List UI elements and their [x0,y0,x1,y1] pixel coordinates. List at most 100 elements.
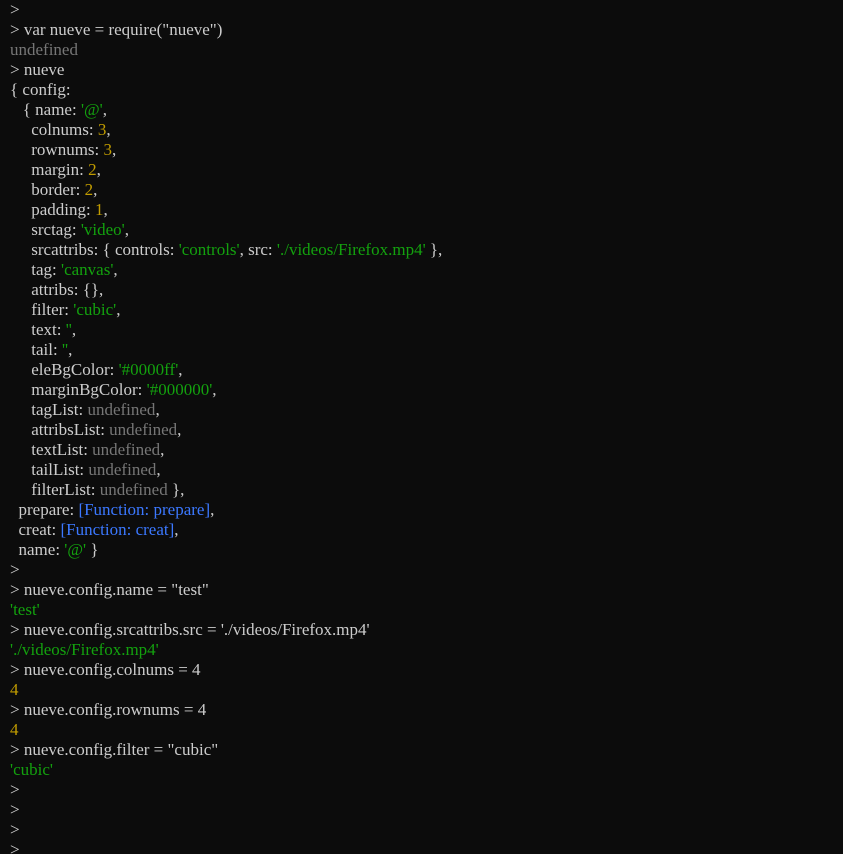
code-text: , [124,220,129,239]
terminal-line: > [0,560,843,580]
code-text: , [178,360,183,379]
code-text: marginBgColor: [10,380,147,399]
code-text: , [102,100,107,119]
string-value: '#000000' [146,380,213,399]
prompt-symbol: > [10,560,24,579]
prompt-symbol: > [10,0,24,19]
prompt-symbol: > [10,660,24,679]
number-value: 3 [103,140,113,159]
string-value: '@' [64,540,87,559]
code-text: , [174,520,179,539]
terminal-line: > nueve.config.srcattribs.src = './video… [0,620,843,640]
code-text: nueve.config.srcattribs.src = './videos/… [23,620,370,639]
prompt-symbol: > [10,580,24,599]
prompt-symbol: > [10,620,24,639]
code-text: , [68,340,73,359]
code-text: padding: [10,200,95,219]
number-value: 4 [10,680,19,699]
code-text: , [156,460,161,479]
code-text: }, [425,240,443,259]
prompt-symbol: > [10,820,24,839]
code-text: , [113,260,118,279]
code-text: srcattribs: { controls: [10,240,179,259]
prompt-symbol: > [10,800,24,819]
code-text: nueve.config.name = "test" [23,580,209,599]
terminal-line: 4 [0,720,843,740]
number-value: 2 [84,180,94,199]
function-value: [Function: prepare] [78,500,211,519]
code-text: }, [167,480,185,499]
code-text: srctag: [10,220,81,239]
code-text: , [177,420,182,439]
code-text: nueve [23,60,65,79]
terminal-line: name: '@' } [0,540,843,560]
terminal-line: undefined [0,40,843,60]
string-value: './videos/Firefox.mp4' [276,240,426,259]
string-value: './videos/Firefox.mp4' [10,640,159,659]
terminal-line: > [0,780,843,800]
code-text: margin: [10,160,89,179]
undefined-value: undefined [88,460,157,479]
terminal-line: > nueve.config.rownums = 4 [0,700,843,720]
code-text: , [96,160,101,179]
terminal-line: { config: [0,80,843,100]
terminal-window[interactable]: > > var nueve = require("nueve") undefine… [0,0,843,854]
code-text: filter: [10,300,74,319]
terminal-line: 'test' [0,600,843,620]
code-text: , [93,180,98,199]
prompt-symbol: > [10,780,24,799]
code-text: attribs: {}, [10,280,104,299]
number-value: 4 [10,720,19,739]
code-text: tag: [10,260,61,279]
terminal-line: creat: [Function: creat], [0,520,843,540]
string-value: 'controls' [178,240,240,259]
terminal-line: tailList: undefined, [0,460,843,480]
code-text: tail: [10,340,62,359]
code-text: nueve.config.rownums = 4 [23,700,207,719]
code-text: text: [10,320,66,339]
terminal-line: > [0,820,843,840]
string-value: 'test' [10,600,40,619]
string-value: 'video' [80,220,125,239]
terminal-line: './videos/Firefox.mp4' [0,640,843,660]
terminal-line: attribsList: undefined, [0,420,843,440]
code-text: , [71,320,77,339]
code-text: , [212,380,217,399]
code-text: name: [10,540,65,559]
undefined-value: undefined [87,400,156,419]
string-value: 'cubic' [10,760,53,779]
terminal-line: > nueve.config.filter = "cubic" [0,740,843,760]
code-text: , [116,300,121,319]
code-text: , [112,140,117,159]
terminal-line: margin: 2, [0,160,843,180]
code-text: tailList: [10,460,89,479]
terminal-line: > [0,840,843,854]
terminal-line: text: '', [0,320,843,340]
prompt-symbol: > [10,20,24,39]
terminal-line: srcattribs: { controls: 'controls', src:… [0,240,843,260]
terminal-line: > [0,0,843,20]
terminal-line: 4 [0,680,843,700]
code-text: , src: [239,240,277,259]
number-value: 2 [88,160,97,179]
terminal-line: filter: 'cubic', [0,300,843,320]
terminal-line: filterList: undefined }, [0,480,843,500]
terminal-line: border: 2, [0,180,843,200]
code-text: eleBgColor: [10,360,119,379]
terminal-line: > nueve [0,60,843,80]
code-text: { name: [10,100,81,119]
code-text: , [160,440,165,459]
terminal-line: > var nueve = require("nueve") [0,20,843,40]
prompt-symbol: > [10,700,24,719]
code-text: nueve.config.filter = "cubic" [23,740,219,759]
terminal-line: > [0,800,843,820]
code-text: , [103,200,108,219]
terminal-line: eleBgColor: '#0000ff', [0,360,843,380]
code-text: tagList: [10,400,88,419]
string-value: '#0000ff' [118,360,179,379]
code-text: var nueve = require("nueve") [23,20,223,39]
terminal-line: attribs: {}, [0,280,843,300]
terminal-line: > nueve.config.name = "test" [0,580,843,600]
code-text: , [210,500,215,519]
terminal-output[interactable]: > > var nueve = require("nueve") undefine… [0,0,843,854]
